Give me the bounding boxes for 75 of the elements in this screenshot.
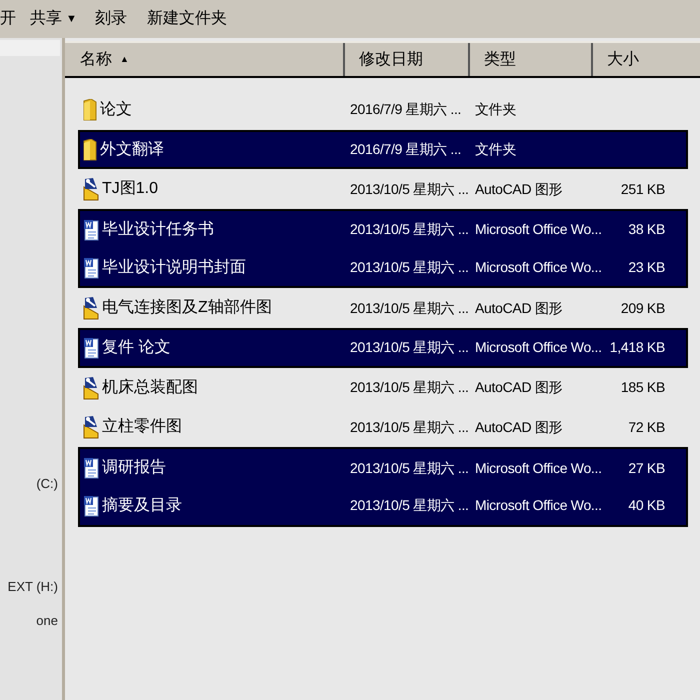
drawing-file-icon [83,177,99,202]
folder-icon [83,138,97,161]
column-header[interactable]: 大小 [593,43,700,76]
file-row[interactable]: 摘要及目录 2013/10/5 星期六 ... Microsoft Office Wo... 40 KB [78,486,688,527]
modified-date: 2013/10/5 星期六 ... [350,460,469,476]
modified-date: 2013/10/5 星期六 ... [350,259,469,276]
document-icon [83,336,99,359]
file-name: 毕业设计说明书封面 [102,258,246,278]
modified-date: 2013/10/5 星期六 ... [350,497,469,514]
file-row[interactable]: 复件 论文 2013/10/5 星期六 ... Microsoft Office Wo... 1,418 KB [78,328,688,368]
file-name: 复件 论文 [102,338,170,358]
file-row[interactable]: 毕业设计任务书 2013/10/5 星期六 ... Microsoft Office Wo... 38 KB [78,209,688,249]
modified-date: 2016/7/9 星期六 ... [350,101,462,118]
file-row[interactable]: 电气连接图及Z轴部件图 2013/10/5 星期六 ... AutoCAD 图形 209 KB [78,288,688,328]
file-name: 调研报告 [102,458,166,478]
column-header[interactable]: 类型 [470,43,593,76]
file-name: TJ图1.0 [102,179,158,200]
file-type: AutoCAD 图形 [475,180,562,197]
drawing-file-icon [83,376,99,400]
drawing-file-icon [83,415,99,440]
file-size: 251 KB [620,180,665,197]
file-row[interactable]: 论文 2016/7/9 星期六 ... 文件夹 [78,90,688,130]
file-name: 摘要及目录 [102,496,182,516]
file-size: 27 KB [628,460,665,476]
file-size: 40 KB [628,497,665,514]
column-header[interactable]: 名称 ▲ [65,43,345,76]
file-size: 72 KB [628,418,665,435]
file-name: 外文翻译 [100,140,164,160]
file-type: Microsoft Office Wo... [475,339,602,356]
document-icon [83,457,99,480]
file-name: 电气连接图及Z轴部件图 [102,298,272,318]
file-size: 23 KB [628,259,665,276]
modified-date: 2013/10/5 星期六 ... [350,418,469,435]
modified-date: 2013/10/5 星期六 ... [350,221,469,238]
nav-item[interactable]: one [36,611,58,630]
modified-date: 2016/7/9 星期六 ... [350,141,462,158]
file-type: 文件夹 [475,141,516,158]
file-type: Microsoft Office Wo... [475,497,602,514]
document-icon [83,256,99,279]
modified-date: 2013/10/5 星期六 ... [350,339,469,356]
file-row[interactable]: 外文翻译 2016/7/9 星期六 ... 文件夹 [78,130,688,170]
file-type: Microsoft Office Wo... [475,259,602,276]
file-name: 机床总装配图 [102,378,198,398]
file-name: 毕业设计任务书 [102,220,214,240]
column-header[interactable]: 修改日期 [345,43,470,76]
nav-item[interactable]: (C:) [36,474,58,494]
file-type: Microsoft Office Wo... [475,221,602,238]
toolbar-button[interactable]: 开 [0,7,16,31]
file-type: AutoCAD 图形 [475,418,562,435]
file-name: 论文 [100,100,132,120]
file-row[interactable]: 立柱零件图 2013/10/5 星期六 ... AutoCAD 图形 72 KB [78,408,688,448]
folder-icon [83,98,97,121]
file-size: 1,418 KB [610,339,665,356]
file-row[interactable]: TJ图1.0 2013/10/5 星期六 ... AutoCAD 图形 251 KB [78,169,688,210]
document-icon [83,218,99,241]
toolbar-button[interactable]: 刻录 [94,7,127,31]
file-size: 209 KB [620,300,665,316]
file-row[interactable]: 毕业设计说明书封面 2013/10/5 星期六 ... Microsoft Office Wo... 23 KB [78,248,688,288]
file-name: 立柱零件图 [102,416,182,438]
nav-item[interactable]: EXT (H:) [8,577,58,596]
file-type: AutoCAD 图形 [475,300,562,316]
file-type: Microsoft Office Wo... [475,460,602,476]
toolbar-button[interactable]: 新建文件夹 [146,7,227,31]
file-type: AutoCAD 图形 [475,379,562,396]
file-row[interactable]: 调研报告 2013/10/5 星期六 ... Microsoft Office Wo... 27 KB [78,447,688,487]
drawing-file-icon [83,296,99,320]
file-size: 185 KB [620,379,665,396]
toolbar-button[interactable]: 共享 ▼ [30,7,77,31]
file-size: 38 KB [628,221,665,238]
document-icon [83,494,99,517]
modified-date: 2013/10/5 星期六 ... [350,300,469,316]
modified-date: 2013/10/5 星期六 ... [350,180,469,197]
file-type: 文件夹 [475,101,516,118]
modified-date: 2013/10/5 星期六 ... [350,379,469,396]
file-row[interactable]: 机床总装配图 2013/10/5 星期六 ... AutoCAD 图形 185 KB [78,368,688,408]
